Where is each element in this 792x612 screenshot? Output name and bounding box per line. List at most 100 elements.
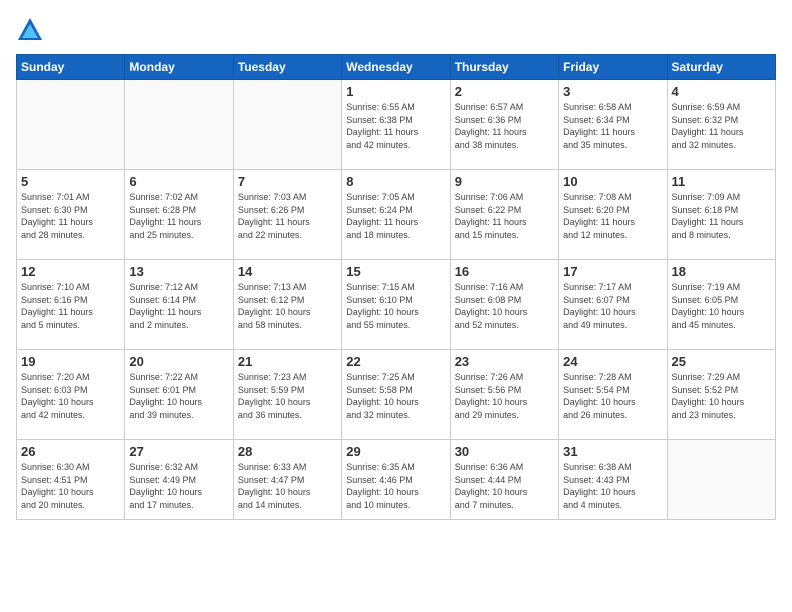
day-info: Sunrise: 7:25 AM Sunset: 5:58 PM Dayligh… <box>346 371 445 421</box>
day-number: 14 <box>238 264 337 279</box>
day-number: 28 <box>238 444 337 459</box>
day-number: 31 <box>563 444 662 459</box>
day-number: 8 <box>346 174 445 189</box>
header <box>16 16 776 44</box>
day-info: Sunrise: 6:55 AM Sunset: 6:38 PM Dayligh… <box>346 101 445 151</box>
day-cell: 20 Sunrise: 7:22 AM Sunset: 6:01 PM Dayli… <box>125 350 233 440</box>
day-info: Sunrise: 6:36 AM Sunset: 4:44 PM Dayligh… <box>455 461 554 511</box>
day-number: 3 <box>563 84 662 99</box>
day-number: 26 <box>21 444 120 459</box>
day-info: Sunrise: 6:35 AM Sunset: 4:46 PM Dayligh… <box>346 461 445 511</box>
day-number: 27 <box>129 444 228 459</box>
weekday-header-monday: Monday <box>125 55 233 80</box>
day-cell: 1 Sunrise: 6:55 AM Sunset: 6:38 PM Daylig… <box>342 80 450 170</box>
day-number: 23 <box>455 354 554 369</box>
day-number: 30 <box>455 444 554 459</box>
day-info: Sunrise: 6:33 AM Sunset: 4:47 PM Dayligh… <box>238 461 337 511</box>
day-cell: 29 Sunrise: 6:35 AM Sunset: 4:46 PM Dayli… <box>342 440 450 520</box>
day-cell: 22 Sunrise: 7:25 AM Sunset: 5:58 PM Dayli… <box>342 350 450 440</box>
day-cell <box>125 80 233 170</box>
day-number: 19 <box>21 354 120 369</box>
day-cell: 12 Sunrise: 7:10 AM Sunset: 6:16 PM Dayli… <box>17 260 125 350</box>
day-number: 22 <box>346 354 445 369</box>
day-cell: 9 Sunrise: 7:06 AM Sunset: 6:22 PM Daylig… <box>450 170 558 260</box>
weekday-header-thursday: Thursday <box>450 55 558 80</box>
day-cell: 5 Sunrise: 7:01 AM Sunset: 6:30 PM Daylig… <box>17 170 125 260</box>
day-number: 25 <box>672 354 771 369</box>
weekday-header-friday: Friday <box>559 55 667 80</box>
day-info: Sunrise: 6:57 AM Sunset: 6:36 PM Dayligh… <box>455 101 554 151</box>
day-info: Sunrise: 7:06 AM Sunset: 6:22 PM Dayligh… <box>455 191 554 241</box>
day-cell: 6 Sunrise: 7:02 AM Sunset: 6:28 PM Daylig… <box>125 170 233 260</box>
day-cell: 24 Sunrise: 7:28 AM Sunset: 5:54 PM Dayli… <box>559 350 667 440</box>
day-number: 12 <box>21 264 120 279</box>
day-number: 29 <box>346 444 445 459</box>
day-info: Sunrise: 7:20 AM Sunset: 6:03 PM Dayligh… <box>21 371 120 421</box>
week-row-1: 1 Sunrise: 6:55 AM Sunset: 6:38 PM Daylig… <box>17 80 776 170</box>
day-cell: 30 Sunrise: 6:36 AM Sunset: 4:44 PM Dayli… <box>450 440 558 520</box>
day-info: Sunrise: 7:17 AM Sunset: 6:07 PM Dayligh… <box>563 281 662 331</box>
page: SundayMondayTuesdayWednesdayThursdayFrid… <box>0 0 792 612</box>
day-info: Sunrise: 7:22 AM Sunset: 6:01 PM Dayligh… <box>129 371 228 421</box>
day-info: Sunrise: 7:12 AM Sunset: 6:14 PM Dayligh… <box>129 281 228 331</box>
day-cell: 27 Sunrise: 6:32 AM Sunset: 4:49 PM Dayli… <box>125 440 233 520</box>
day-info: Sunrise: 7:29 AM Sunset: 5:52 PM Dayligh… <box>672 371 771 421</box>
day-info: Sunrise: 7:13 AM Sunset: 6:12 PM Dayligh… <box>238 281 337 331</box>
day-info: Sunrise: 7:19 AM Sunset: 6:05 PM Dayligh… <box>672 281 771 331</box>
day-cell: 31Sunrise: 6:38 AM Sunset: 4:43 PM Dayli… <box>559 440 667 520</box>
day-cell: 2Sunrise: 6:57 AM Sunset: 6:36 PM Daylig… <box>450 80 558 170</box>
day-cell: 18 Sunrise: 7:19 AM Sunset: 6:05 PM Dayli… <box>667 260 775 350</box>
day-info: Sunrise: 6:59 AM Sunset: 6:32 PM Dayligh… <box>672 101 771 151</box>
day-cell: 28 Sunrise: 6:33 AM Sunset: 4:47 PM Dayli… <box>233 440 341 520</box>
day-cell: 19 Sunrise: 7:20 AM Sunset: 6:03 PM Dayli… <box>17 350 125 440</box>
week-row-2: 5 Sunrise: 7:01 AM Sunset: 6:30 PM Daylig… <box>17 170 776 260</box>
day-number: 5 <box>21 174 120 189</box>
day-number: 24 <box>563 354 662 369</box>
weekday-header-tuesday: Tuesday <box>233 55 341 80</box>
day-info: Sunrise: 7:03 AM Sunset: 6:26 PM Dayligh… <box>238 191 337 241</box>
week-row-4: 19 Sunrise: 7:20 AM Sunset: 6:03 PM Dayli… <box>17 350 776 440</box>
day-info: Sunrise: 7:28 AM Sunset: 5:54 PM Dayligh… <box>563 371 662 421</box>
day-cell: 15Sunrise: 7:15 AM Sunset: 6:10 PM Dayli… <box>342 260 450 350</box>
day-number: 20 <box>129 354 228 369</box>
day-cell: 23 Sunrise: 7:26 AM Sunset: 5:56 PM Dayli… <box>450 350 558 440</box>
day-cell: 11 Sunrise: 7:09 AM Sunset: 6:18 PM Dayli… <box>667 170 775 260</box>
day-cell: 26Sunrise: 6:30 AM Sunset: 4:51 PM Dayli… <box>17 440 125 520</box>
day-number: 16 <box>455 264 554 279</box>
day-number: 9 <box>455 174 554 189</box>
day-number: 17 <box>563 264 662 279</box>
day-cell: 14 Sunrise: 7:13 AM Sunset: 6:12 PM Dayli… <box>233 260 341 350</box>
day-info: Sunrise: 7:10 AM Sunset: 6:16 PM Dayligh… <box>21 281 120 331</box>
day-info: Sunrise: 7:09 AM Sunset: 6:18 PM Dayligh… <box>672 191 771 241</box>
day-number: 6 <box>129 174 228 189</box>
day-number: 10 <box>563 174 662 189</box>
day-number: 18 <box>672 264 771 279</box>
day-cell: 16Sunrise: 7:16 AM Sunset: 6:08 PM Dayli… <box>450 260 558 350</box>
day-cell: 25 Sunrise: 7:29 AM Sunset: 5:52 PM Dayli… <box>667 350 775 440</box>
day-info: Sunrise: 7:08 AM Sunset: 6:20 PM Dayligh… <box>563 191 662 241</box>
weekday-header-row: SundayMondayTuesdayWednesdayThursdayFrid… <box>17 55 776 80</box>
day-number: 13 <box>129 264 228 279</box>
logo-icon <box>16 16 44 44</box>
week-row-5: 26Sunrise: 6:30 AM Sunset: 4:51 PM Dayli… <box>17 440 776 520</box>
logo <box>16 16 48 44</box>
weekday-header-sunday: Sunday <box>17 55 125 80</box>
day-cell: 21Sunrise: 7:23 AM Sunset: 5:59 PM Dayli… <box>233 350 341 440</box>
day-cell: 13 Sunrise: 7:12 AM Sunset: 6:14 PM Dayli… <box>125 260 233 350</box>
weekday-header-saturday: Saturday <box>667 55 775 80</box>
day-info: Sunrise: 7:01 AM Sunset: 6:30 PM Dayligh… <box>21 191 120 241</box>
day-cell: 4 Sunrise: 6:59 AM Sunset: 6:32 PM Daylig… <box>667 80 775 170</box>
day-info: Sunrise: 7:26 AM Sunset: 5:56 PM Dayligh… <box>455 371 554 421</box>
day-info: Sunrise: 6:32 AM Sunset: 4:49 PM Dayligh… <box>129 461 228 511</box>
day-info: Sunrise: 7:02 AM Sunset: 6:28 PM Dayligh… <box>129 191 228 241</box>
day-cell <box>233 80 341 170</box>
day-cell: 7Sunrise: 7:03 AM Sunset: 6:26 PM Daylig… <box>233 170 341 260</box>
day-number: 1 <box>346 84 445 99</box>
calendar-table: SundayMondayTuesdayWednesdayThursdayFrid… <box>16 54 776 520</box>
day-number: 4 <box>672 84 771 99</box>
day-number: 11 <box>672 174 771 189</box>
day-number: 21 <box>238 354 337 369</box>
day-cell <box>17 80 125 170</box>
day-cell: 17 Sunrise: 7:17 AM Sunset: 6:07 PM Dayli… <box>559 260 667 350</box>
day-number: 15 <box>346 264 445 279</box>
